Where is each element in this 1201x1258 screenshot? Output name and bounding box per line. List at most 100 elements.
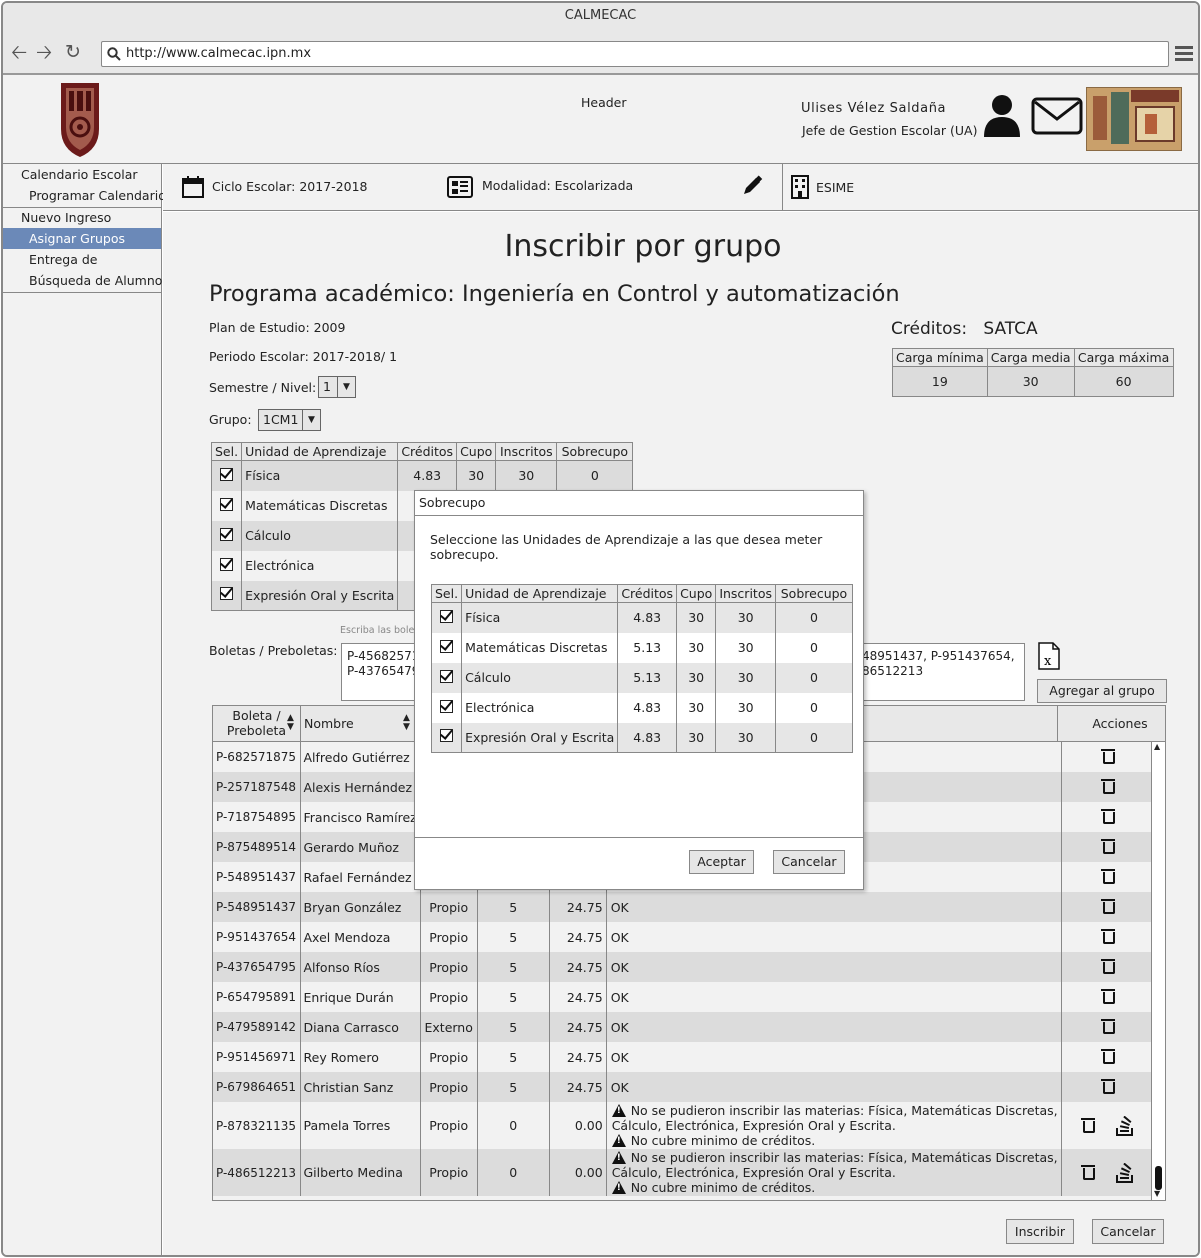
edit-pencil-icon[interactable] (741, 175, 763, 197)
mail-icon[interactable] (1031, 97, 1083, 135)
scrollbar-thumb[interactable] (1155, 1166, 1162, 1190)
grupo-select[interactable]: 1CM1 ▼ (258, 409, 321, 431)
table-row: P-437654795 Alfonso Ríos Propio 5 24.75 OK (213, 952, 1156, 982)
cell-acciones (1061, 802, 1156, 832)
aceptar-button[interactable]: Aceptar (689, 850, 754, 874)
cell-estado: No se pudieron inscribir las materias: F… (606, 1149, 1062, 1196)
cell-tipo: Externo (420, 1012, 478, 1042)
table-row: P-878321135Pamela TorresPropio00.00No se… (213, 1102, 1156, 1149)
cell-acciones (1061, 1012, 1156, 1042)
add-to-group-button[interactable]: Agregar al grupo (1037, 679, 1167, 703)
row-checkbox[interactable] (220, 527, 234, 541)
semestre-select[interactable]: 1 ▼ (318, 376, 356, 398)
sidebar-item-busqueda-alumnos[interactable]: Búsqueda de Alumnos (3, 270, 169, 291)
menu-icon[interactable] (1175, 44, 1193, 62)
row-checkbox[interactable] (440, 699, 454, 713)
cell-tipo: Propio (420, 952, 478, 982)
table-row: Física 4.83 30 30 0 (431, 602, 853, 633)
page-title: Inscribir por grupo (504, 229, 782, 264)
building-icon (791, 175, 809, 199)
cancelar-button[interactable]: Cancelar (1092, 1219, 1164, 1244)
header-nombre[interactable]: Nombre (304, 716, 354, 731)
row-checkbox[interactable] (440, 729, 454, 743)
cell-nombre: Alfredo Gutiérrez (300, 742, 421, 772)
context-toolbar: Ciclo Escolar: 2017-2018 Modalidad: Esco… (163, 164, 1198, 211)
sidebar-item-nuevo-ingreso[interactable]: Nuevo Ingreso (3, 207, 161, 228)
creditos-header: Carga media (987, 348, 1075, 367)
cell-acciones (1061, 832, 1156, 862)
trash-icon[interactable] (1101, 1017, 1116, 1034)
cell-acciones (1061, 1072, 1156, 1102)
trash-icon[interactable] (1101, 927, 1116, 944)
sidebar-item-programar-calendario[interactable]: Programar Calendario (3, 185, 166, 206)
trash-icon[interactable] (1101, 807, 1116, 824)
trash-icon[interactable] (1101, 987, 1116, 1004)
grupo-value: 1CM1 (263, 412, 299, 427)
excel-file-icon[interactable]: x (1037, 642, 1061, 670)
cell-creditos: 24.75 (549, 892, 607, 922)
inscribir-button[interactable]: Inscribir (1006, 1219, 1074, 1244)
trash-icon[interactable] (1101, 897, 1116, 914)
sort-icon[interactable]: ▲ ▼ (403, 714, 410, 732)
trash-icon[interactable] (1101, 867, 1116, 884)
cell-creditos: 24.75 (549, 982, 607, 1012)
scrollbar[interactable]: ▲ ▼ (1151, 742, 1165, 1200)
cell-acciones (1061, 952, 1156, 982)
stack-overflow-icon[interactable] (1115, 1162, 1135, 1183)
url-text: http://www.calmecac.ipn.mx (126, 46, 312, 61)
warning-icon (611, 1151, 626, 1164)
cell-nombre: Bryan González (300, 892, 421, 922)
sidebar-item-asignar-grupos[interactable]: Asignar Grupos (3, 228, 161, 249)
url-bar[interactable]: http://www.calmecac.ipn.mx (101, 41, 1169, 67)
trash-icon[interactable] (1101, 837, 1116, 854)
cell-creditos: 24.75 (549, 1072, 607, 1102)
cell-boleta: P-486512213 (213, 1149, 301, 1196)
user-icon[interactable] (982, 93, 1022, 137)
trash-icon[interactable] (1101, 1047, 1116, 1064)
trash-icon[interactable] (1101, 1077, 1116, 1094)
codex-image (1086, 87, 1182, 151)
row-checkbox[interactable] (220, 497, 234, 511)
row-checkbox[interactable] (440, 669, 454, 683)
trash-icon[interactable] (1101, 747, 1116, 764)
cell-materias: 5 (477, 1042, 550, 1072)
cell-boleta: P-654795891 (213, 982, 301, 1012)
trash-icon[interactable] (1081, 1163, 1096, 1180)
row-checkbox[interactable] (220, 467, 234, 481)
dialog-message: Seleccione las Unidades de Aprendizaje a… (430, 532, 823, 562)
row-checkbox[interactable] (440, 639, 454, 653)
escuela: ESIME (816, 180, 855, 195)
row-checkbox[interactable] (220, 587, 234, 601)
trash-icon[interactable] (1081, 1116, 1096, 1133)
table-row: P-654795891 Enrique Durán Propio 5 24.75 OK (213, 982, 1156, 1012)
table-row: P-486512213Gilberto MedinaPropio00.00No … (213, 1149, 1156, 1196)
scroll-up-icon[interactable]: ▲ (1154, 742, 1160, 751)
row-checkbox[interactable] (440, 609, 454, 623)
user-name: Ulises Vélez Saldaña (801, 101, 947, 116)
sort-icon[interactable]: ▲ ▼ (287, 714, 294, 732)
cell-unidad: Cálculo (461, 662, 619, 693)
creditos-title: Créditos: SATCA (891, 319, 1038, 339)
cell-boleta: P-951456971 (213, 1042, 301, 1072)
cell-boleta: P-682571875 (213, 742, 301, 772)
sidebar-item-entrega[interactable]: Entrega de (3, 249, 161, 270)
chevron-down-icon: ▼ (302, 410, 320, 430)
plan-estudio: Plan de Estudio: 2009 (209, 320, 346, 335)
sidebar-item-calendario-escolar[interactable]: Calendario Escolar (3, 164, 161, 185)
dialog-cancelar-button[interactable]: Cancelar (773, 850, 845, 874)
cell-cupo: 30 (676, 662, 717, 693)
table-row: Matemáticas Discretas 5.13 30 30 0 (431, 632, 853, 663)
scroll-down-icon[interactable]: ▼ (1154, 1189, 1160, 1198)
reload-icon[interactable]: ↻ (65, 41, 81, 63)
table-row: Expresión Oral y Escrita 4.83 30 30 0 (431, 722, 853, 753)
forward-arrow-icon[interactable]: 🡢 (36, 41, 52, 63)
cell-estado: OK (606, 922, 1062, 952)
trash-icon[interactable] (1101, 957, 1116, 974)
back-arrow-icon[interactable]: 🡠 (11, 41, 27, 63)
trash-icon[interactable] (1101, 777, 1116, 794)
carga-media: 30 (987, 366, 1075, 397)
row-checkbox[interactable] (220, 557, 234, 571)
stack-overflow-icon[interactable] (1115, 1115, 1135, 1136)
boletas-label: Boletas / Preboletas: (209, 643, 338, 658)
cell-tipo: Propio (420, 1102, 478, 1149)
